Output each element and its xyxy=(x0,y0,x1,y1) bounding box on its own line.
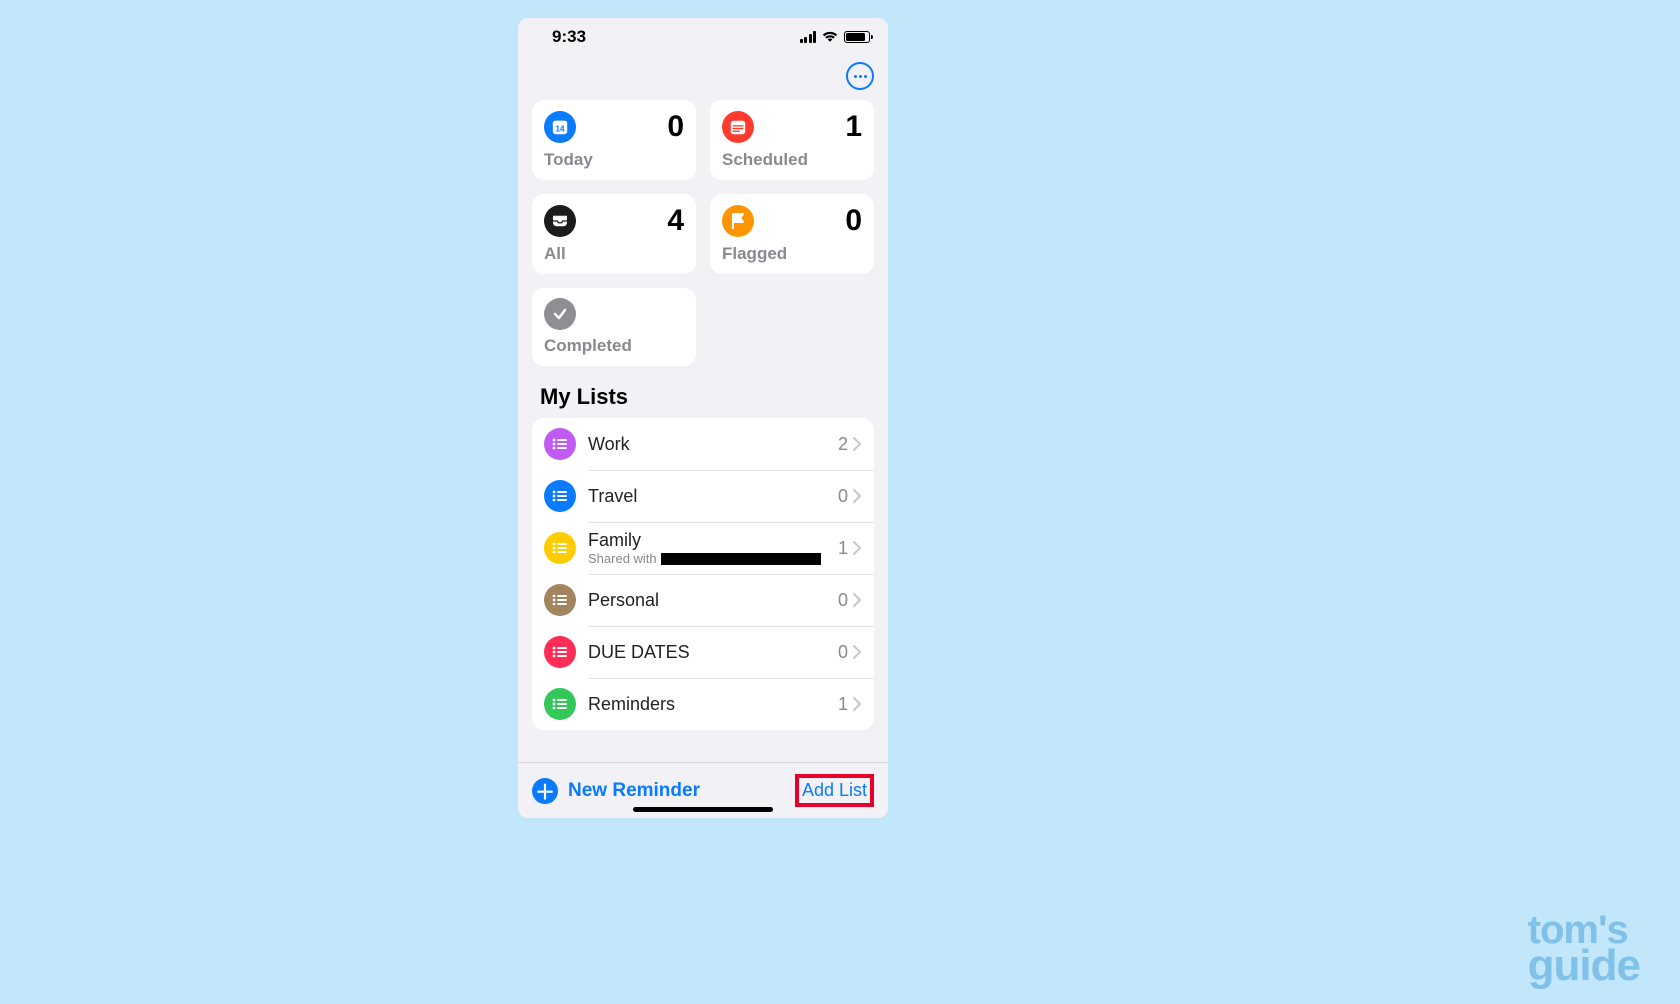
list-icon xyxy=(544,584,576,616)
list-count: 0 xyxy=(838,486,848,507)
list-row-family[interactable]: Family Shared with 1 xyxy=(532,522,874,574)
cellular-icon xyxy=(800,31,817,43)
top-actions xyxy=(518,56,888,100)
smart-card-scheduled[interactable]: 1 Scheduled xyxy=(710,100,874,180)
plus-circle-icon: ＋ xyxy=(532,778,558,804)
chevron-right-icon xyxy=(852,593,862,607)
calendar-scheduled-icon xyxy=(722,111,754,143)
checkmark-icon xyxy=(544,298,576,330)
tray-all-icon xyxy=(544,205,576,237)
list-name: Reminders xyxy=(588,694,838,715)
smart-card-completed[interactable]: Completed xyxy=(532,288,696,366)
redacted-name xyxy=(661,553,821,565)
list-name: Personal xyxy=(588,590,838,611)
chevron-right-icon xyxy=(852,697,862,711)
list-icon xyxy=(544,688,576,720)
battery-icon xyxy=(844,31,870,43)
status-indicators xyxy=(800,31,871,43)
smart-card-all[interactable]: 4 All xyxy=(532,194,696,274)
list-count: 0 xyxy=(838,642,848,663)
ellipsis-icon xyxy=(854,75,867,78)
today-label: Today xyxy=(544,150,684,170)
smart-card-today[interactable]: 14 0 Today xyxy=(532,100,696,180)
list-row-travel[interactable]: Travel 0 xyxy=(532,470,874,522)
flagged-label: Flagged xyxy=(722,244,862,264)
status-bar: 9:33 xyxy=(518,18,888,56)
list-icon xyxy=(544,428,576,460)
my-lists-heading: My Lists xyxy=(518,366,888,418)
toms-guide-watermark: tom's guide xyxy=(1528,913,1640,984)
flagged-count: 0 xyxy=(845,204,862,238)
list-row-due-dates[interactable]: DUE DATES 0 xyxy=(532,626,874,678)
all-label: All xyxy=(544,244,684,264)
chevron-right-icon xyxy=(852,489,862,503)
chevron-right-icon xyxy=(852,645,862,659)
wifi-icon xyxy=(822,31,838,43)
svg-text:14: 14 xyxy=(556,125,565,134)
list-icon xyxy=(544,636,576,668)
new-reminder-label: New Reminder xyxy=(568,780,700,802)
list-name: Work xyxy=(588,434,838,455)
reminders-app-screen: 9:33 14 0 Today xyxy=(518,18,888,818)
today-count: 0 xyxy=(667,110,684,144)
list-name: Travel xyxy=(588,486,838,507)
all-count: 4 xyxy=(667,204,684,238)
status-time: 9:33 xyxy=(552,27,586,47)
more-options-button[interactable] xyxy=(846,62,874,90)
list-shared-sub: Shared with xyxy=(588,551,838,566)
list-row-personal[interactable]: Personal 0 xyxy=(532,574,874,626)
list-icon xyxy=(544,480,576,512)
list-count: 1 xyxy=(838,694,848,715)
calendar-today-icon: 14 xyxy=(544,111,576,143)
chevron-right-icon xyxy=(852,541,862,555)
completed-label: Completed xyxy=(544,336,684,356)
smart-lists-grid: 14 0 Today 1 Scheduled 4 All xyxy=(518,100,888,366)
list-count: 0 xyxy=(838,590,848,611)
new-reminder-button[interactable]: ＋ New Reminder xyxy=(532,778,700,804)
scheduled-count: 1 xyxy=(845,110,862,144)
list-row-work[interactable]: Work 2 xyxy=(532,418,874,470)
scheduled-label: Scheduled xyxy=(722,150,862,170)
my-lists-container: Work 2 Travel 0 Family Shared with xyxy=(532,418,874,730)
list-name: DUE DATES xyxy=(588,642,838,663)
list-count: 1 xyxy=(838,538,848,559)
list-row-reminders[interactable]: Reminders 1 xyxy=(532,678,874,730)
flag-icon xyxy=(722,205,754,237)
chevron-right-icon xyxy=(852,437,862,451)
list-count: 2 xyxy=(838,434,848,455)
list-icon xyxy=(544,532,576,564)
home-indicator xyxy=(633,807,773,812)
add-list-button[interactable]: Add List xyxy=(795,774,874,807)
smart-card-flagged[interactable]: 0 Flagged xyxy=(710,194,874,274)
list-name: Family xyxy=(588,530,838,551)
